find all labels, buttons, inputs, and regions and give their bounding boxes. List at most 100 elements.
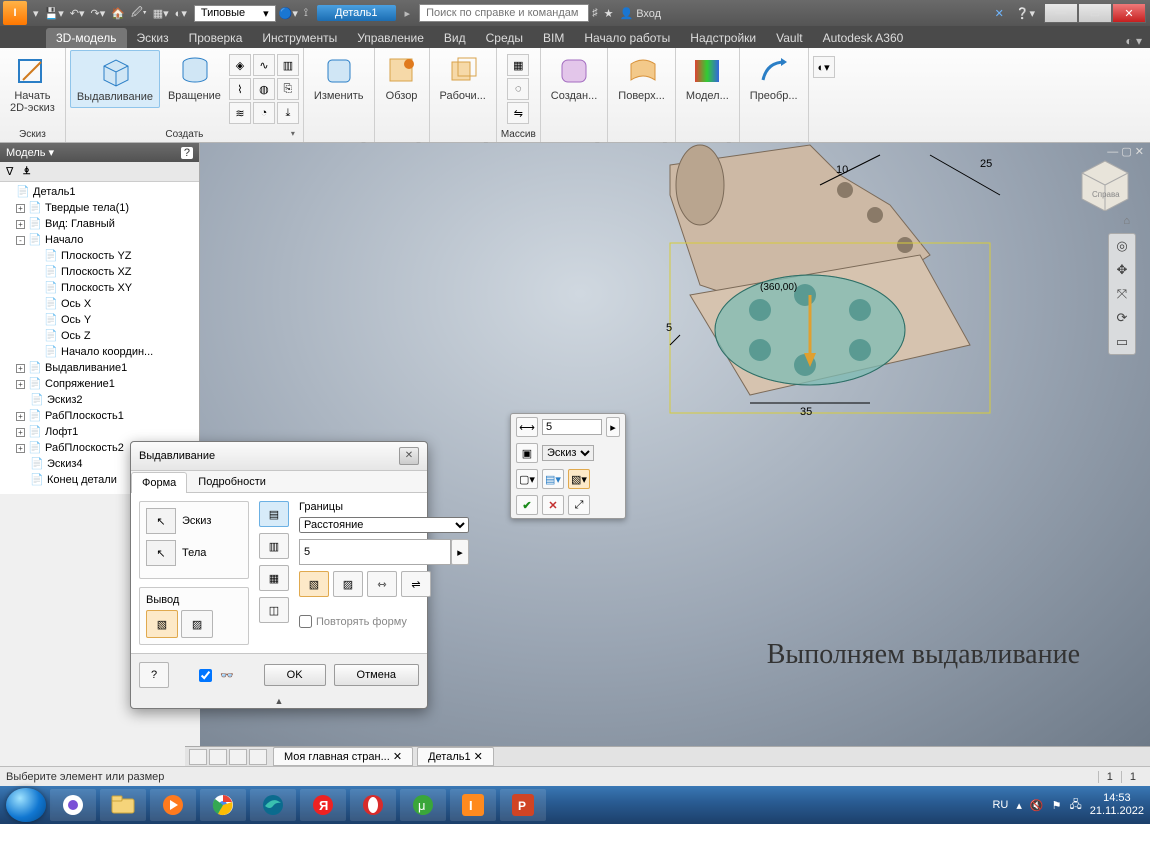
ribbon-tab-manage[interactable]: Управление: [347, 28, 434, 48]
distance-more-button[interactable]: ▸: [451, 539, 469, 565]
import-icon[interactable]: ⤓: [277, 102, 299, 124]
thread-icon[interactable]: ≋: [229, 102, 251, 124]
mini-cancel-button[interactable]: ✕: [542, 495, 564, 515]
ribbon-tab-vault[interactable]: Vault: [766, 28, 812, 48]
rib-icon[interactable]: ▥: [277, 54, 299, 76]
dialog-ok-button[interactable]: OK: [264, 664, 326, 686]
find-icon[interactable]: ⍎: [23, 165, 30, 178]
pick-profile-button[interactable]: ↖: [146, 508, 176, 534]
qat-undo-icon[interactable]: ↶▾: [67, 7, 88, 20]
explore-button[interactable]: Обзор: [379, 50, 425, 106]
dialog-tab-more[interactable]: Подробности: [187, 471, 277, 492]
mini-distance-input[interactable]: [542, 419, 602, 435]
appearance-dropdown-icon[interactable]: ◐▾: [813, 56, 835, 78]
tree-node[interactable]: 📄Начало координ...: [2, 344, 199, 360]
help-search-input[interactable]: [419, 4, 589, 22]
ribbon-tab-getstarted[interactable]: Начало работы: [574, 28, 680, 48]
canvas-window-controls[interactable]: — ▢ ✕: [1107, 145, 1144, 158]
tree-node[interactable]: 📄Плоскость XZ: [2, 264, 199, 280]
revolve-button[interactable]: Вращение: [162, 50, 227, 106]
taskbar-media-icon[interactable]: [150, 789, 196, 821]
ribbon-tab-tools[interactable]: Инструменты: [252, 28, 347, 48]
tree-node[interactable]: +📄Твердые тела(1): [2, 200, 199, 216]
window-close-button[interactable]: ✕: [1112, 3, 1146, 23]
op-join-button[interactable]: ▤: [259, 501, 289, 527]
mini-ok-button[interactable]: ✔: [516, 495, 538, 515]
mini-profile-icon[interactable]: ▣: [516, 443, 538, 463]
window-minimize-button[interactable]: —: [1044, 3, 1078, 23]
dir-sym-button[interactable]: ⇿: [367, 571, 397, 597]
viewcube-home-icon[interactable]: ⌂: [1123, 215, 1130, 227]
nav-lookat-icon[interactable]: ▭: [1116, 334, 1128, 350]
tree-node[interactable]: -📄Начало: [2, 232, 199, 248]
nav-pan-icon[interactable]: ✥: [1117, 262, 1128, 278]
user-icon[interactable]: 👤 Вход: [616, 7, 664, 20]
viewcube[interactable]: Справа: [1078, 157, 1132, 211]
ribbon-tab-inspect[interactable]: Проверка: [179, 28, 253, 48]
tree-node[interactable]: 📄Плоскость YZ: [2, 248, 199, 264]
doctab-part[interactable]: Деталь1 ✕: [417, 747, 494, 766]
dialog-collapse-icon[interactable]: ▲: [131, 696, 427, 708]
pick-solids-button[interactable]: ↖: [146, 540, 176, 566]
tray-arrow-icon[interactable]: ▴: [1016, 799, 1022, 812]
ribbon-tab-sketch[interactable]: Эскиз: [127, 28, 179, 48]
visual-style-dropdown[interactable]: Типовые▾: [194, 5, 276, 22]
nav-zoom-icon[interactable]: ⤧: [1117, 286, 1127, 302]
qat-redo-icon[interactable]: ↷▾: [88, 7, 109, 20]
ribbon-tab-a360[interactable]: Autodesk A360: [813, 28, 914, 48]
start-2d-sketch-button[interactable]: Начать 2D-эскиз: [4, 50, 61, 118]
op-newbody-button[interactable]: ◫: [259, 597, 289, 623]
circ-pattern-icon[interactable]: ◌: [507, 78, 529, 100]
tree-node[interactable]: 📄Ось Y: [2, 312, 199, 328]
dir-default-button[interactable]: ▧: [299, 571, 329, 597]
output-solid-button[interactable]: ▧: [146, 610, 178, 638]
doctab-nav-icon[interactable]: [209, 749, 227, 765]
ribbon-tab-view[interactable]: Вид: [434, 28, 476, 48]
output-surface-button[interactable]: ▨: [181, 610, 213, 638]
tray-lang[interactable]: RU: [992, 799, 1008, 811]
taskbar-yandex2-icon[interactable]: Я: [300, 789, 346, 821]
tree-node[interactable]: +📄РабПлоскость1: [2, 408, 199, 424]
qat-home-icon[interactable]: 🏠: [108, 7, 128, 20]
tray-network-icon[interactable]: 🖧: [1069, 796, 1081, 815]
help-icon[interactable]: ❔▾: [1013, 7, 1038, 20]
op-intersect-button[interactable]: ▦: [259, 565, 289, 591]
doctab-nav-icon[interactable]: [249, 749, 267, 765]
dialog-cancel-button[interactable]: Отмена: [334, 664, 419, 686]
convert-button[interactable]: Преобр...: [744, 50, 804, 106]
qat-appearance-icon[interactable]: ◐▾: [172, 7, 190, 20]
tree-node[interactable]: 📄Деталь1: [2, 184, 199, 200]
tree-node[interactable]: +📄Вид: Главный: [2, 216, 199, 232]
tray-flag-icon[interactable]: ⚑: [1052, 799, 1062, 812]
sweep-icon[interactable]: ∿: [253, 54, 275, 76]
mini-expand-icon[interactable]: ⤢: [568, 495, 590, 515]
taskbar-explorer-icon[interactable]: [100, 789, 146, 821]
dir-flip-button[interactable]: ▨: [333, 571, 363, 597]
mini-distance-icon[interactable]: ⟷: [516, 417, 538, 437]
taskbar-chrome-icon[interactable]: [200, 789, 246, 821]
extrude-button[interactable]: Выдавливание: [70, 50, 160, 108]
taskbar-powerpoint-icon[interactable]: P: [500, 789, 546, 821]
taskbar-edge-icon[interactable]: [250, 789, 296, 821]
decal-icon[interactable]: ◔: [253, 102, 275, 124]
tree-node[interactable]: 📄Ось Z: [2, 328, 199, 344]
mini-distance-more-icon[interactable]: ▸: [606, 417, 620, 437]
tree-node[interactable]: +📄Сопряжение1: [2, 376, 199, 392]
loft-icon[interactable]: ◈: [229, 54, 251, 76]
ribbon-tab-environments[interactable]: Среды: [476, 28, 533, 48]
emboss-icon[interactable]: ◍: [253, 78, 275, 100]
browser-help-icon[interactable]: ?: [181, 147, 193, 159]
mini-solid-icon[interactable]: ▢▾: [516, 469, 538, 489]
ribbon-tab-addins[interactable]: Надстройки: [680, 28, 766, 48]
doctab-home[interactable]: Моя главная стран... ✕: [273, 747, 413, 766]
taskbar-opera-icon[interactable]: [350, 789, 396, 821]
exchange-icon[interactable]: ✕: [992, 7, 1007, 20]
subscription-icon[interactable]: ♯: [589, 7, 601, 19]
derive-icon[interactable]: ⎘: [277, 78, 299, 100]
tree-node[interactable]: 📄Ось X: [2, 296, 199, 312]
doctab-nav-icon[interactable]: [229, 749, 247, 765]
tray-volume-icon[interactable]: 🔇: [1030, 799, 1044, 812]
coil-icon[interactable]: ⌇: [229, 78, 251, 100]
tree-node[interactable]: +📄Выдавливание1: [2, 360, 199, 376]
ribbon-tab-3d-model[interactable]: 3D-модель: [46, 28, 127, 48]
